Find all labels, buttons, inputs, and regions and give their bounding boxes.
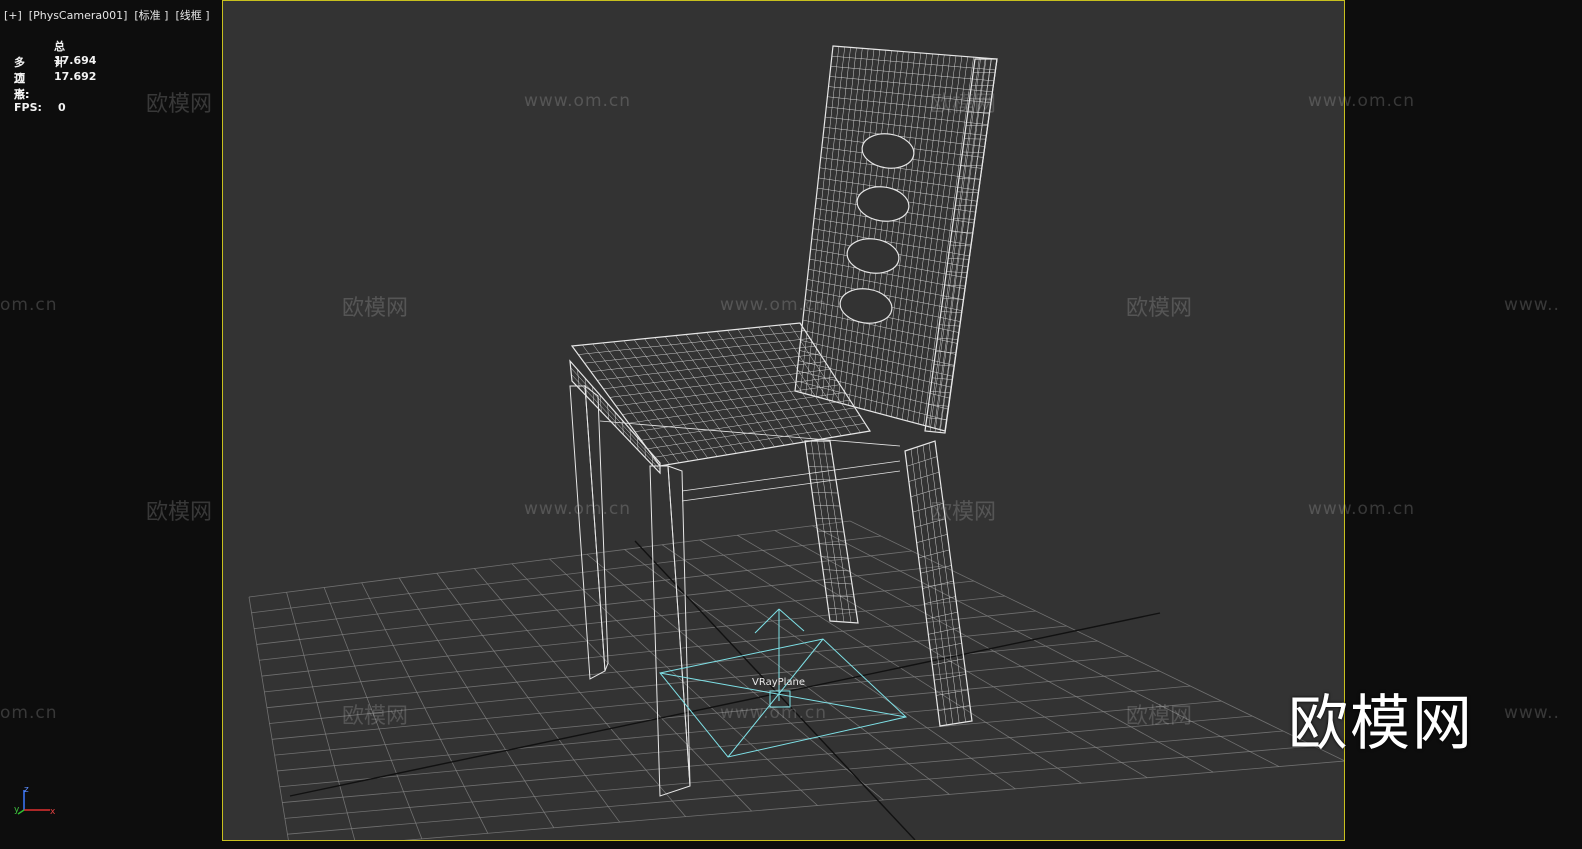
backrest-hole: [846, 238, 900, 274]
grid-line: [586, 553, 884, 801]
back-right-leg: [904, 440, 973, 727]
wire-line: [813, 505, 841, 507]
wire-line: [599, 394, 602, 412]
viewport-label[interactable]: [+] [PhysCamera001] [标准 ] [线框 ]: [4, 7, 210, 23]
wire-line: [958, 178, 981, 180]
wire-line: [962, 151, 985, 153]
grid-axis: [289, 612, 1161, 797]
seat-top-outline: [570, 322, 872, 467]
fps-readout: FPS: 0: [14, 101, 66, 114]
seat-front-edge: [569, 360, 661, 474]
backrest-hole: [861, 133, 915, 169]
watermark-url: om.cn: [0, 703, 58, 723]
wire-line: [637, 437, 639, 451]
wire-line: [571, 374, 661, 470]
wire-line: [799, 350, 952, 388]
wire-line: [812, 492, 839, 494]
grid-line: [277, 685, 1191, 772]
watermark-cn: 欧模网: [146, 92, 213, 117]
wire-line: [934, 674, 966, 681]
seat-top: [571, 322, 871, 467]
grid-line: [269, 640, 1098, 724]
grid-line: [279, 700, 1222, 788]
grid-line: [272, 655, 1129, 740]
wire-line: [906, 456, 938, 467]
back-right-leg-outline: [904, 440, 973, 727]
wire-line: [916, 534, 948, 543]
grid-line: [248, 596, 289, 840]
wire-line: [592, 386, 595, 405]
polygons-value: 17.694: [54, 54, 97, 67]
logo-watermark: 欧模网: [1288, 689, 1474, 759]
x-axis-label: x: [50, 807, 56, 817]
watermark-url: om.cn: [0, 295, 58, 315]
wire-line: [603, 361, 826, 390]
watermark-url: www..: [1504, 295, 1560, 315]
wire-line: [796, 380, 947, 421]
wire-line: [615, 376, 836, 407]
vertices-label: 顶点:: [14, 72, 30, 101]
wire-line: [960, 165, 983, 167]
wire-line: [957, 191, 979, 193]
viewport[interactable]: [222, 0, 1345, 841]
apron-line: [681, 470, 901, 502]
wire-line: [938, 705, 970, 711]
wire-line: [914, 518, 946, 528]
wire-line: [798, 360, 950, 399]
vertices-value: 17.692: [54, 70, 97, 83]
wire-line: [802, 319, 956, 355]
wire-line: [918, 549, 950, 559]
back-left-leg: [804, 440, 859, 624]
wire-line: [614, 411, 617, 428]
wire-line: [928, 627, 960, 635]
grid-line: [282, 715, 1253, 803]
wire-line: [629, 428, 631, 443]
watermark-url: www..: [1504, 703, 1560, 723]
wire-line: [930, 642, 962, 650]
wire-line: [912, 502, 944, 513]
grid-line: [403, 760, 1344, 840]
grid-line: [661, 544, 1016, 790]
wire-line: [831, 55, 996, 71]
wire-line: [826, 106, 988, 125]
wire-line: [819, 167, 979, 191]
backrest-hole: [839, 288, 893, 324]
y-axis-label: y: [14, 805, 20, 815]
wire-line: [926, 611, 958, 620]
watermark-cn: 欧模网: [146, 500, 213, 525]
grid-line: [812, 525, 1280, 767]
wire-line: [828, 86, 991, 104]
wire-line: [910, 487, 942, 498]
grid-line: [849, 520, 1344, 761]
front-right-leg-side: [667, 465, 691, 787]
fps-label: FPS:: [14, 101, 42, 114]
wire-line: [827, 96, 990, 114]
axis-tripod-icon: z x y: [14, 785, 56, 817]
apron-line: [681, 460, 901, 492]
z-axis-label: z: [24, 785, 29, 795]
wire-line: [570, 367, 661, 467]
front-right-leg: [649, 465, 691, 797]
front-left-leg-side: [584, 384, 609, 672]
wire-line: [908, 471, 940, 482]
fps-value: 0: [58, 101, 66, 114]
grid-line: [287, 745, 1315, 835]
wire-line: [825, 116, 987, 136]
vray-plane-label: VRayPlane: [752, 677, 806, 688]
wire-line: [813, 218, 972, 246]
grid-line: [699, 539, 1082, 784]
wire-line: [607, 403, 609, 420]
scene-canvas[interactable]: [223, 1, 1344, 840]
